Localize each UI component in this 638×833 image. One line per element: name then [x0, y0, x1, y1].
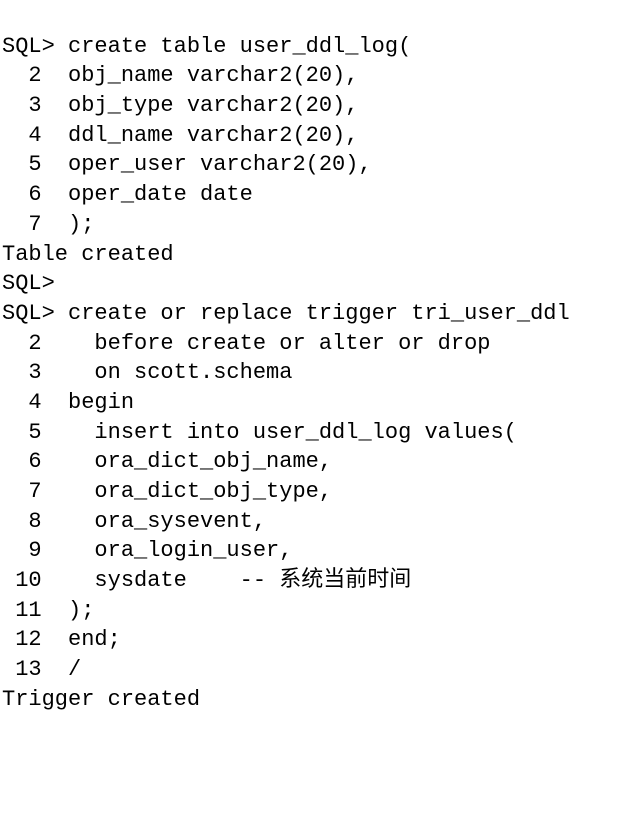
- terminal-line: 10 sysdate -- 系统当前时间: [2, 566, 638, 596]
- terminal-line: SQL> create table user_ddl_log(: [2, 32, 638, 62]
- terminal-line: 9 ora_login_user,: [2, 536, 638, 566]
- terminal-line: 12 end;: [2, 625, 638, 655]
- terminal-line: 3 obj_type varchar2(20),: [2, 91, 638, 121]
- terminal-line: 7 ora_dict_obj_type,: [2, 477, 638, 507]
- terminal-line: 11 );: [2, 596, 638, 626]
- terminal-line: 7 );: [2, 210, 638, 240]
- terminal-line: 5 oper_user varchar2(20),: [2, 150, 638, 180]
- terminal-line: Table created: [2, 240, 638, 270]
- terminal-line: 6 ora_dict_obj_name,: [2, 447, 638, 477]
- terminal-line: SQL>: [2, 269, 638, 299]
- terminal-line: 8 ora_sysevent,: [2, 507, 638, 537]
- terminal-line: 4 begin: [2, 388, 638, 418]
- terminal-line: 5 insert into user_ddl_log values(: [2, 418, 638, 448]
- terminal-line: 2 obj_name varchar2(20),: [2, 61, 638, 91]
- terminal-line: 4 ddl_name varchar2(20),: [2, 121, 638, 151]
- terminal-line: 3 on scott.schema: [2, 358, 638, 388]
- terminal-line: 2 before create or alter or drop: [2, 329, 638, 359]
- terminal-line: SQL> create or replace trigger tri_user_…: [2, 299, 638, 329]
- terminal-line: 6 oper_date date: [2, 180, 638, 210]
- terminal-line: Trigger created: [2, 685, 638, 715]
- terminal-line: 13 /: [2, 655, 638, 685]
